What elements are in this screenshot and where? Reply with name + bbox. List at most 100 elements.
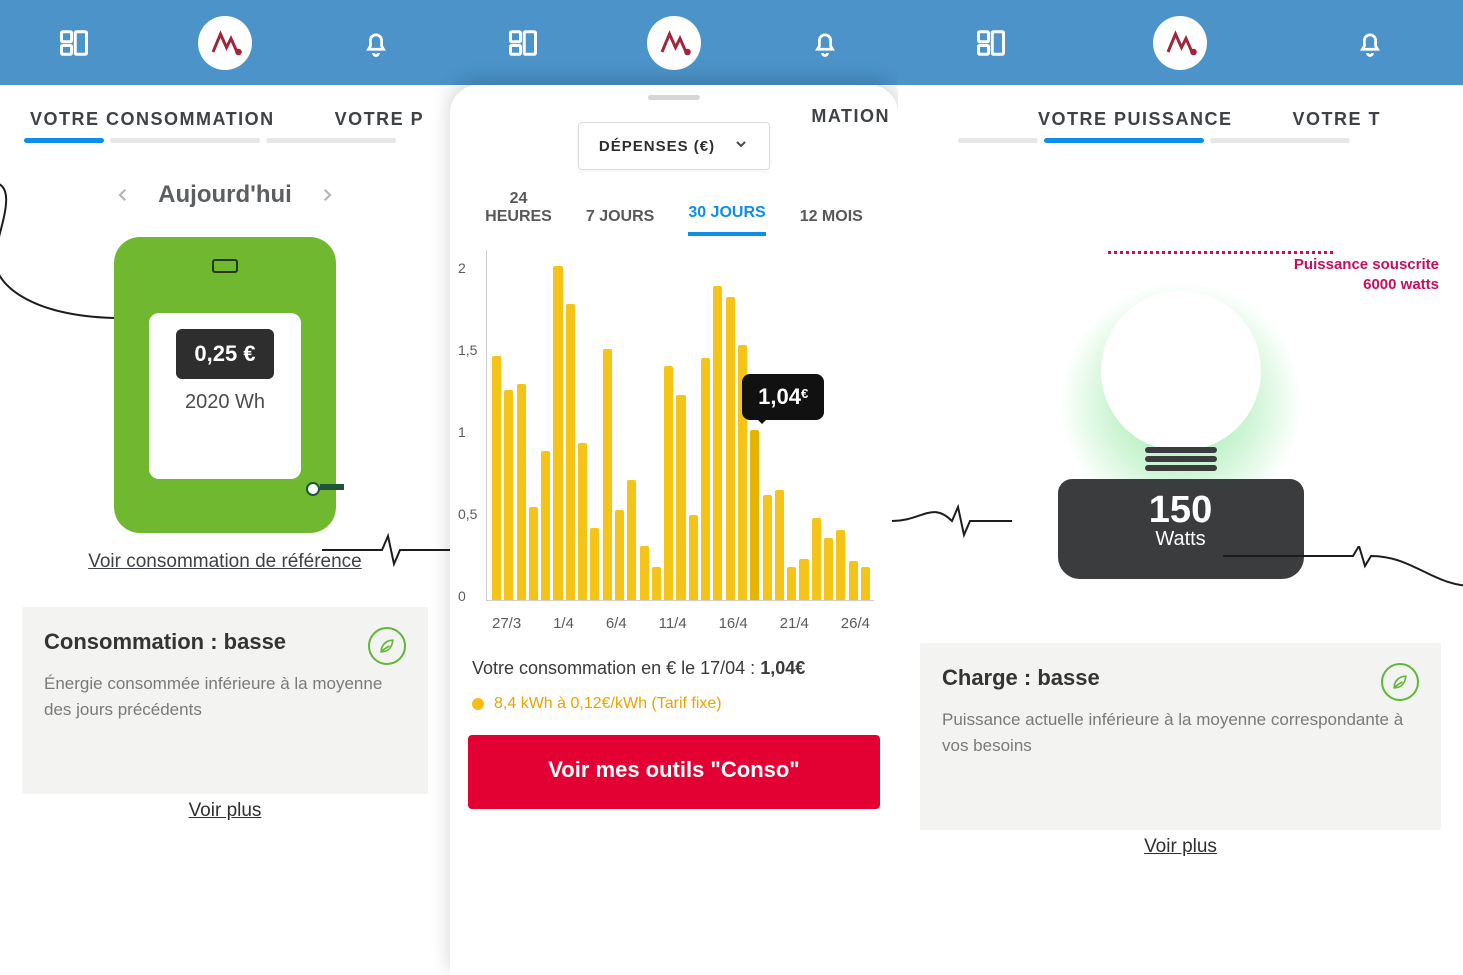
range-tab-12m[interactable]: 12 MOIS <box>800 208 863 236</box>
meter-wh: 2020 Wh <box>185 391 265 414</box>
card-body: Énergie consommée inférieure à la moyenn… <box>44 671 406 724</box>
chart-bar[interactable] <box>615 510 624 600</box>
chart-bar[interactable] <box>492 356 501 600</box>
tarif-dot-icon <box>472 698 484 710</box>
chart-bar[interactable] <box>566 304 575 601</box>
chart-bar[interactable] <box>775 490 784 600</box>
range-tab-7d[interactable]: 7 JOURS <box>586 208 654 236</box>
chart-bar[interactable] <box>836 530 845 600</box>
top-nav <box>0 0 450 85</box>
chart-bar[interactable] <box>689 515 698 600</box>
power-card: Charge : basse Puissance actuelle inféri… <box>920 643 1441 830</box>
tab-consumption[interactable]: VOTRE CONSOMMATION <box>30 109 275 134</box>
chart-xlabel: 27/3 <box>492 615 521 632</box>
sheet-handle[interactable] <box>648 95 700 100</box>
see-more-link[interactable]: Voir plus <box>1144 836 1217 857</box>
chart-bar[interactable] <box>664 366 673 600</box>
chart-xlabel: 6/4 <box>606 615 627 632</box>
chart-bar[interactable] <box>541 451 550 600</box>
chevron-right-icon[interactable] <box>316 184 338 206</box>
top-nav <box>450 0 898 85</box>
bell-icon[interactable] <box>353 20 399 66</box>
chart-bars <box>492 256 870 600</box>
top-nav <box>898 0 1463 85</box>
tab-power-partial[interactable]: VOTRE P <box>335 109 425 134</box>
chart-bar[interactable] <box>763 495 772 600</box>
card-title: Charge : basse <box>942 665 1419 691</box>
chart-xlabel: 1/4 <box>553 615 574 632</box>
subscribed-label: Puissance souscrite 6000 watts <box>1294 255 1439 296</box>
expense-chart[interactable]: 00,511,52 1,04€ 27/31/46/411/416/421/426… <box>454 250 880 650</box>
reference-link[interactable]: Voir consommation de référence <box>0 551 450 573</box>
bell-icon[interactable] <box>1347 20 1393 66</box>
chart-bar[interactable] <box>517 384 526 600</box>
power-bulb: Puissance souscrite 6000 watts 150 Watts <box>898 161 1463 581</box>
app-stage: VOTRE CONSOMMATION VOTRE P Aujourd'hui 0… <box>0 0 1463 975</box>
meter-screen: 0,25 € 2020 Wh <box>149 313 301 479</box>
chart-ytick: 1 <box>458 424 466 440</box>
app-logo[interactable] <box>198 16 252 70</box>
chart-tooltip: 1,04€ <box>742 374 824 420</box>
bell-icon[interactable] <box>802 20 848 66</box>
chart-bar[interactable] <box>640 546 649 600</box>
chart-caption: Votre consommation en € le 17/04 : 1,04€ <box>472 658 876 679</box>
range-tab-30d[interactable]: 30 JOURS <box>688 204 765 236</box>
chart-ytick: 2 <box>458 260 466 276</box>
dashboard-icon[interactable] <box>968 20 1014 66</box>
chart-bar[interactable] <box>504 390 513 600</box>
chart-xlabel: 26/4 <box>841 615 870 632</box>
bulb-thread <box>1145 444 1217 474</box>
date-navigator: Aujourd'hui <box>0 181 450 209</box>
chart-bar[interactable] <box>750 430 759 600</box>
chart-bar[interactable] <box>787 567 796 600</box>
chart-bar[interactable] <box>627 480 636 600</box>
tab-tariff-partial[interactable]: VOTRE T <box>1293 109 1382 134</box>
range-tab-24h[interactable]: 24 HEURES <box>485 190 552 236</box>
chart-xlabels: 27/3 1/4 6/4 11/4 16/4 21/4 26/4 <box>492 615 870 632</box>
bottom-sheet: DÉPENSES (€) 24 HEURES 7 JOURS 30 JOURS … <box>450 85 898 975</box>
screen-power: VOTRE PUISSANCE VOTRE T Puissance souscr… <box>898 0 1463 975</box>
chart-xlabel: 16/4 <box>719 615 748 632</box>
top-tabs: VOTRE PUISSANCE VOTRE T <box>898 85 1463 157</box>
chart-bar[interactable] <box>553 266 562 600</box>
metric-dropdown[interactable]: DÉPENSES (€) <box>578 122 770 170</box>
chart-bar[interactable] <box>676 395 685 600</box>
chart-bar[interactable] <box>652 567 661 600</box>
chart-ytick: 1,5 <box>458 342 477 358</box>
app-logo[interactable] <box>1153 16 1207 70</box>
tab-power[interactable]: VOTRE PUISSANCE <box>1038 109 1233 134</box>
screen-expenses: DÉPENSES (€) 24 HEURES 7 JOURS 30 JOURS … <box>450 0 898 975</box>
meter-price: 0,25 € <box>176 329 273 379</box>
chart-xlabel: 21/4 <box>780 615 809 632</box>
chart-bar[interactable] <box>590 528 599 600</box>
chart-bar[interactable] <box>861 567 870 600</box>
app-logo[interactable] <box>647 16 701 70</box>
chart-bar[interactable] <box>701 358 710 600</box>
chart-bar[interactable] <box>799 559 808 600</box>
tools-button[interactable]: Voir mes outils "Conso" <box>468 735 880 809</box>
chart-bar[interactable] <box>603 349 612 600</box>
bulb-base: 150 Watts <box>1058 479 1304 579</box>
chart-bar[interactable] <box>726 297 735 600</box>
chevron-left-icon[interactable] <box>112 184 134 206</box>
see-more-link[interactable]: Voir plus <box>189 800 262 821</box>
dashboard-icon[interactable] <box>51 20 97 66</box>
card-body: Puissance actuelle inférieure à la moyen… <box>942 707 1419 760</box>
power-unit: Watts <box>1058 528 1304 551</box>
dashboard-icon[interactable] <box>500 20 546 66</box>
top-tabs: VOTRE CONSOMMATION VOTRE P <box>0 85 450 157</box>
chart-bar[interactable] <box>578 443 587 600</box>
meter-device[interactable]: 0,25 € 2020 Wh <box>114 237 336 533</box>
chart-bar[interactable] <box>849 561 858 600</box>
chart-bar[interactable] <box>529 507 538 600</box>
chart-ytick: 0,5 <box>458 506 477 522</box>
bulb-icon <box>1101 291 1261 451</box>
chart-xlabel: 11/4 <box>659 615 687 632</box>
chevron-down-icon <box>733 136 749 156</box>
chart-bar[interactable] <box>824 538 833 600</box>
card-title: Consommation : basse <box>44 629 406 655</box>
chart-bar[interactable] <box>812 518 821 600</box>
chart-bar[interactable] <box>713 286 722 601</box>
date-label: Aujourd'hui <box>158 181 292 209</box>
consumption-card: Consommation : basse Énergie consommée i… <box>22 607 428 794</box>
